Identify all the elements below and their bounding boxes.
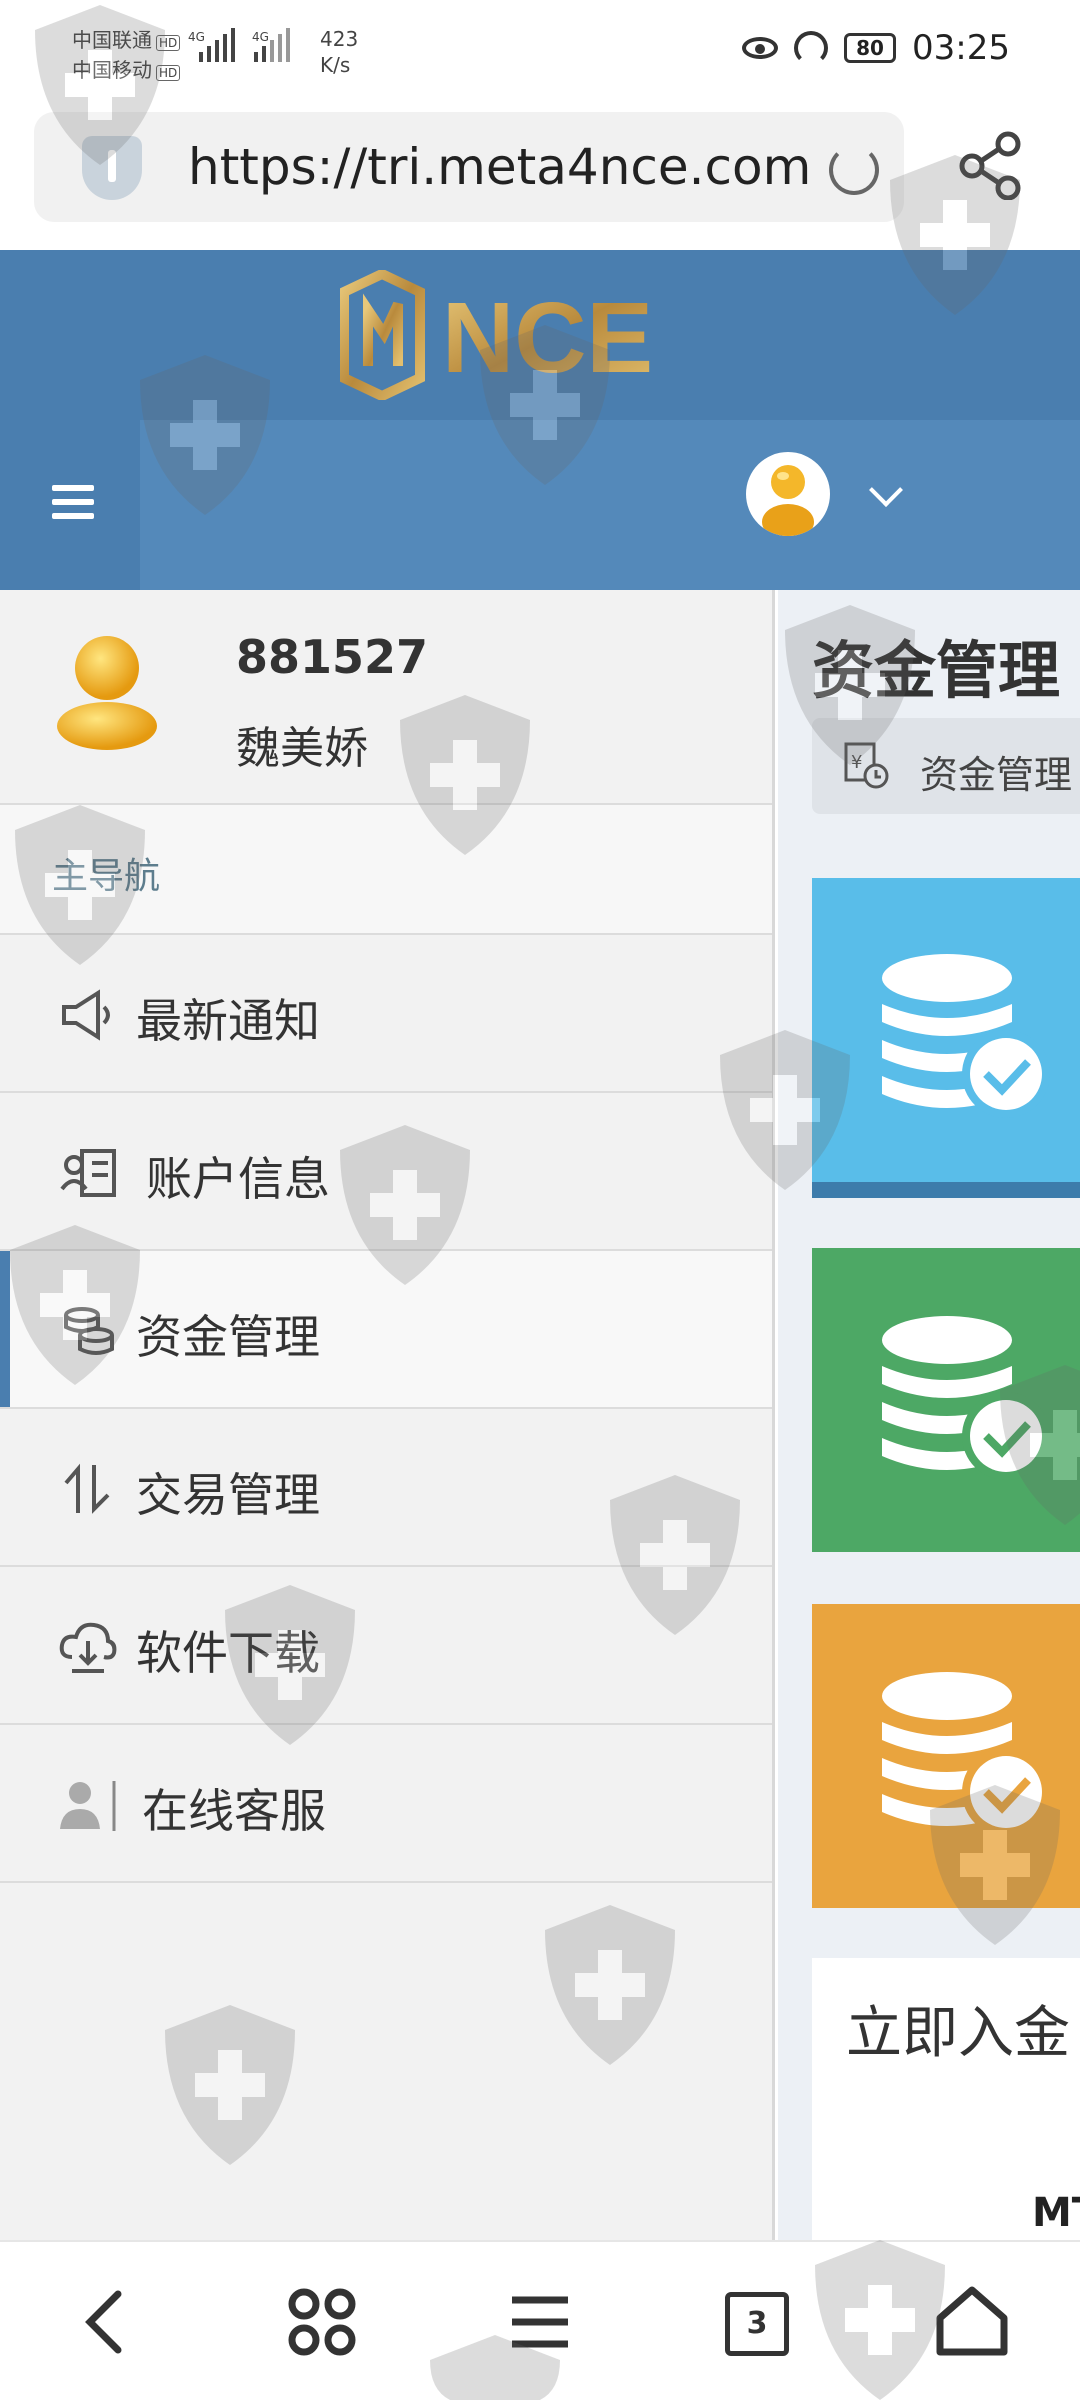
reload-icon[interactable] bbox=[829, 145, 879, 195]
megaphone-icon bbox=[62, 989, 110, 1041]
sidebar-item-funds[interactable]: 资金管理 bbox=[0, 1251, 772, 1409]
site-security-icon[interactable] bbox=[82, 136, 142, 200]
site-header: NCE bbox=[0, 250, 1080, 590]
deposit-title: 立即入金 bbox=[846, 2001, 1070, 2066]
eye-icon bbox=[742, 37, 779, 59]
battery-icon: 80 bbox=[844, 33, 897, 63]
id-card-icon bbox=[60, 1149, 116, 1197]
sidebar-item-label: 交易管理 bbox=[136, 1468, 320, 1522]
fund-card-3[interactable] bbox=[812, 1604, 1080, 1908]
fund-card-1[interactable] bbox=[812, 878, 1080, 1198]
sidebar-item-label: 资金管理 bbox=[136, 1310, 320, 1364]
sidebar-item-notifications[interactable]: 最新通知 bbox=[0, 935, 772, 1093]
deposit-card[interactable]: 立即入金 MT bbox=[812, 1958, 1080, 2240]
nav-strip bbox=[140, 420, 1080, 590]
menu-icon[interactable] bbox=[500, 2282, 580, 2362]
database-check-icon bbox=[882, 1672, 1050, 1836]
carrier-2: 中国移动 HD bbox=[72, 54, 181, 83]
nce-logo[interactable]: NCE bbox=[340, 270, 740, 400]
nav-header: 主导航 bbox=[0, 805, 772, 935]
share-icon[interactable] bbox=[956, 130, 1026, 200]
menu-toggle-icon[interactable] bbox=[52, 485, 94, 519]
nav-header-label: 主导航 bbox=[52, 856, 161, 897]
fund-card-2[interactable] bbox=[812, 1248, 1080, 1552]
logo-text: NCE bbox=[442, 282, 653, 394]
finance-clock-icon: ¥ bbox=[844, 742, 889, 789]
breadcrumb-text[interactable]: 资金管理 bbox=[920, 744, 1072, 799]
net-type-1: 4G bbox=[188, 30, 205, 44]
sidebar-item-trading[interactable]: 交易管理 bbox=[0, 1409, 772, 1567]
user-name: 魏美娇 bbox=[236, 723, 368, 774]
user-icon bbox=[60, 1781, 116, 1831]
sidebar-item-download[interactable]: 软件下载 bbox=[0, 1567, 772, 1725]
page-title: 资金管理 bbox=[812, 634, 1061, 707]
sidebar-item-label: 账户信息 bbox=[146, 1152, 330, 1206]
coins-icon bbox=[64, 1307, 114, 1355]
clock: 03:25 bbox=[912, 28, 1010, 68]
database-check-icon bbox=[882, 954, 1050, 1118]
url-text[interactable]: https://tri.meta4nce.com bbox=[188, 138, 811, 196]
user-id: 881527 bbox=[236, 630, 429, 684]
sidebar-item-label: 最新通知 bbox=[136, 994, 320, 1048]
speedometer-icon bbox=[794, 31, 829, 65]
net-type-2: 4G bbox=[252, 30, 269, 44]
user-panel: 881527 魏美娇 bbox=[0, 590, 772, 805]
exchange-icon bbox=[64, 1463, 110, 1514]
main-content: 资金管理 ¥ 资金管理 立即入金 M bbox=[778, 590, 1080, 2240]
status-bar: 中国联通 HD 中国移动 HD 4G 4G 423 K/s 80 03:25 bbox=[0, 0, 1080, 105]
home-icon[interactable] bbox=[932, 2282, 1012, 2362]
avatar[interactable] bbox=[746, 452, 830, 536]
deposit-subtitle: MT bbox=[1032, 2190, 1080, 2236]
tabs-count-button[interactable]: 3 bbox=[725, 2292, 789, 2356]
apps-icon[interactable] bbox=[282, 2282, 362, 2362]
net-speed: 423 K/s bbox=[320, 27, 359, 77]
back-icon[interactable] bbox=[68, 2282, 148, 2362]
sidebar-item-account-info[interactable]: 账户信息 bbox=[0, 1093, 772, 1251]
svg-text:¥: ¥ bbox=[851, 752, 862, 773]
database-check-icon bbox=[882, 1316, 1050, 1480]
browser-bottom-nav: 3 bbox=[0, 2240, 1080, 2400]
user-avatar bbox=[57, 636, 157, 750]
sidebar-item-label: 软件下载 bbox=[136, 1626, 320, 1680]
carrier-1: 中国联通 HD bbox=[72, 24, 181, 53]
breadcrumb[interactable]: ¥ 资金管理 bbox=[812, 718, 1080, 814]
address-bar[interactable]: https://tri.meta4nce.com bbox=[34, 112, 904, 222]
sidebar-item-label: 在线客服 bbox=[142, 1784, 326, 1838]
cloud-download-icon bbox=[59, 1622, 117, 1673]
sidebar: 881527 魏美娇 主导航 最新通知 账户信息 资金管理 交易管理 软件下载 … bbox=[0, 590, 775, 2240]
sidebar-item-support[interactable]: 在线客服 bbox=[0, 1725, 772, 1883]
